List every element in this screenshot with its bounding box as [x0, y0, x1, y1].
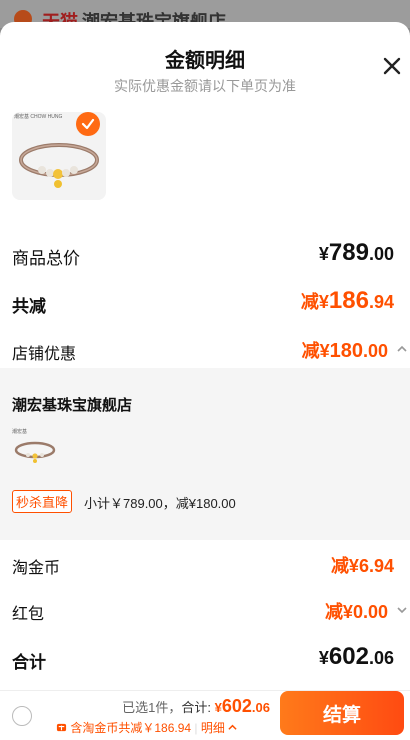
check-icon [81, 118, 95, 130]
total-reduction-label: 共减 [12, 297, 46, 316]
savings-summary[interactable]: 含淘金币共减￥186.94 | 明细 [56, 719, 237, 736]
red-packet-label: 红包 [12, 606, 45, 623]
promo-subtotal-text: 小计￥789.00，减¥180.00 [84, 496, 236, 511]
close-button[interactable] [380, 54, 404, 78]
bottom-total-label: 合计: [181, 700, 212, 715]
grand-total-value: ¥602.06 [318, 643, 394, 670]
red-packet-value[interactable]: 减¥0.00 [325, 598, 388, 624]
grand-total-label: 合计 [12, 653, 46, 672]
chevron-up-icon [228, 724, 237, 730]
product-brand-mark: 潮宏基 CHOW HUNG [14, 114, 63, 120]
product-selected-check[interactable] [76, 112, 100, 136]
bottom-total-value: ¥602.06 [214, 696, 270, 716]
goods-total-label: 商品总价 [12, 249, 80, 268]
chevron-down-icon[interactable] [396, 604, 408, 616]
selected-count: 已选1件， [122, 700, 182, 715]
sheet-title: 金额明细 [165, 50, 245, 72]
store-name: 潮宏基珠宝旗舰店 [12, 397, 133, 414]
goods-total-value: ¥789.00 [318, 239, 394, 266]
close-icon [383, 57, 401, 75]
store-discount-card: 潮宏基珠宝旗舰店 潮宏基 秒杀直降 小计￥789.00，减¥180.00 [0, 368, 410, 540]
store-thumb-brand: 潮宏基 [12, 429, 28, 435]
taobao-coins-label: 淘金币 [12, 560, 61, 577]
savings-text: 含淘金币共减￥186.94 [70, 721, 192, 735]
coin-icon [56, 723, 67, 732]
taobao-coins-value: 减¥6.94 [330, 556, 394, 576]
price-detail-sheet: 金额明细 实际优惠金额请以下单页为准 潮宏基 CHOW HUNG 商品总价 ¥7… [0, 22, 410, 740]
sheet-subtitle: 实际优惠金额请以下单页为准 [114, 78, 296, 94]
checkout-button[interactable]: 结算 [280, 691, 404, 735]
total-reduction-value: 减¥186.94 [300, 287, 394, 314]
select-all-radio[interactable] [12, 706, 32, 726]
detail-toggle-link[interactable]: 明细 [201, 721, 225, 735]
flash-sale-tag: 秒杀直降 [12, 490, 73, 513]
selected-summary: 已选1件，合计: ¥602.06 [122, 696, 270, 717]
store-discount-label: 店铺优惠 [12, 346, 77, 363]
chevron-up-icon[interactable] [396, 343, 408, 355]
store-product-thumbnail: 潮宏基 [12, 428, 58, 468]
checkout-bar: 已选1件，合计: ¥602.06 含淘金币共减￥186.94 | 明细 结算 [0, 690, 410, 740]
store-discount-value[interactable]: 减¥180.00 [302, 337, 388, 363]
